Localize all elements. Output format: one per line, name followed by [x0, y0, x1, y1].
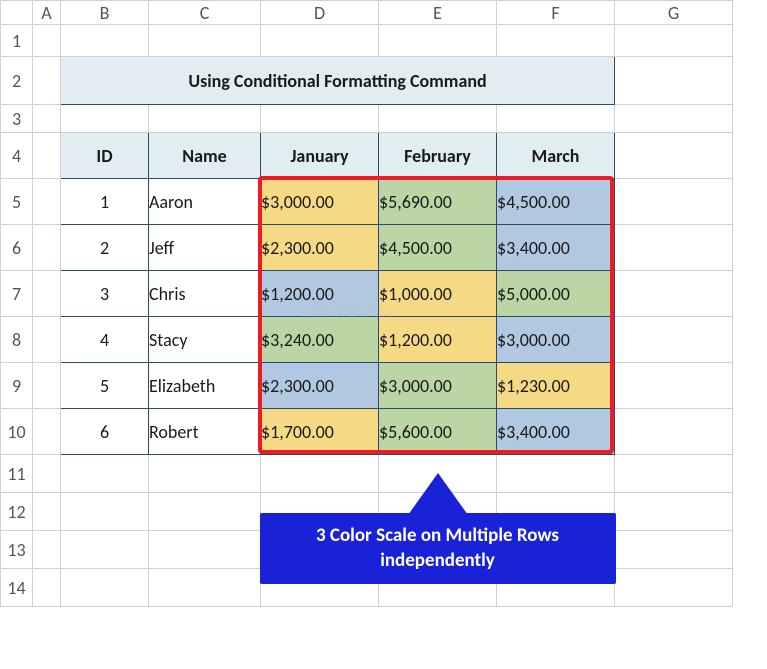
- col-header-A[interactable]: A: [33, 1, 61, 25]
- table-row: 73Chris$1,200.00$1,000.00$5,000.00: [1, 271, 733, 317]
- cell-jan[interactable]: $1,200.00: [261, 271, 379, 317]
- row-header-8[interactable]: 8: [1, 317, 33, 363]
- cell-name[interactable]: Chris: [149, 271, 261, 317]
- table-header-feb[interactable]: February: [379, 133, 497, 179]
- row-header-13[interactable]: 13: [1, 531, 33, 569]
- cell-mar[interactable]: $4,500.00: [497, 179, 615, 225]
- cell-jan[interactable]: $1,700.00: [261, 409, 379, 455]
- row-header-14[interactable]: 14: [1, 569, 33, 607]
- cell-mar[interactable]: $5,000.00: [497, 271, 615, 317]
- cell-id[interactable]: 6: [61, 409, 149, 455]
- cell-feb[interactable]: $5,600.00: [379, 409, 497, 455]
- cell-feb[interactable]: $5,690.00: [379, 179, 497, 225]
- row-header-12[interactable]: 12: [1, 493, 33, 531]
- cell-mar[interactable]: $1,230.00: [497, 363, 615, 409]
- cell-id[interactable]: 2: [61, 225, 149, 271]
- row-header-3[interactable]: 3: [1, 105, 33, 133]
- table-row: 62Jeff$2,300.00$4,500.00$3,400.00: [1, 225, 733, 271]
- col-header-D[interactable]: D: [261, 1, 379, 25]
- col-header-B[interactable]: B: [61, 1, 149, 25]
- table-header-id[interactable]: ID: [61, 133, 149, 179]
- row-header-1[interactable]: 1: [1, 25, 33, 57]
- cell-name[interactable]: Jeff: [149, 225, 261, 271]
- cell-id[interactable]: 5: [61, 363, 149, 409]
- title-cell[interactable]: Using Conditional Formatting Command: [61, 57, 615, 105]
- cell-mar[interactable]: $3,400.00: [497, 225, 615, 271]
- cell-feb[interactable]: $1,000.00: [379, 271, 497, 317]
- col-header-F[interactable]: F: [497, 1, 615, 25]
- cell-jan[interactable]: $2,300.00: [261, 225, 379, 271]
- row-header-6[interactable]: 6: [1, 225, 33, 271]
- table-header-name[interactable]: Name: [149, 133, 261, 179]
- cell-mar[interactable]: $3,400.00: [497, 409, 615, 455]
- cell-feb[interactable]: $1,200.00: [379, 317, 497, 363]
- cell-id[interactable]: 3: [61, 271, 149, 317]
- cell-name[interactable]: Aaron: [149, 179, 261, 225]
- table-header-jan[interactable]: January: [261, 133, 379, 179]
- row-header-11[interactable]: 11: [1, 455, 33, 493]
- table-header-mar[interactable]: March: [497, 133, 615, 179]
- cell-name[interactable]: Stacy: [149, 317, 261, 363]
- table-row: 84Stacy$3,240.00$1,200.00$3,000.00: [1, 317, 733, 363]
- row-header-4[interactable]: 4: [1, 133, 33, 179]
- row-header-2[interactable]: 2: [1, 57, 33, 105]
- row-header-9[interactable]: 9: [1, 363, 33, 409]
- cell-mar[interactable]: $3,000.00: [497, 317, 615, 363]
- row-header-10[interactable]: 10: [1, 409, 33, 455]
- cell-id[interactable]: 1: [61, 179, 149, 225]
- annotation-callout: 3 Color Scale on Multiple Rows independe…: [260, 513, 616, 584]
- cell-jan[interactable]: $3,240.00: [261, 317, 379, 363]
- col-header-C[interactable]: C: [149, 1, 261, 25]
- cell-id[interactable]: 4: [61, 317, 149, 363]
- col-header-G[interactable]: G: [615, 1, 733, 25]
- table-row: 51Aaron$3,000.00$5,690.00$4,500.00: [1, 179, 733, 225]
- table-row: 10 6Robert$1,700.00$5,600.00$3,400.00: [1, 409, 733, 455]
- cell-name[interactable]: Elizabeth: [149, 363, 261, 409]
- cell-feb[interactable]: $3,000.00: [379, 363, 497, 409]
- cell-jan[interactable]: $2,300.00: [261, 363, 379, 409]
- cell-jan[interactable]: $3,000.00: [261, 179, 379, 225]
- row-header-5[interactable]: 5: [1, 179, 33, 225]
- cell-name[interactable]: Robert: [149, 409, 261, 455]
- table-row: 95Elizabeth$2,300.00$3,000.00$1,230.00: [1, 363, 733, 409]
- row-header-7[interactable]: 7: [1, 271, 33, 317]
- cell-feb[interactable]: $4,500.00: [379, 225, 497, 271]
- corner-cell[interactable]: [1, 1, 33, 25]
- col-header-E[interactable]: E: [379, 1, 497, 25]
